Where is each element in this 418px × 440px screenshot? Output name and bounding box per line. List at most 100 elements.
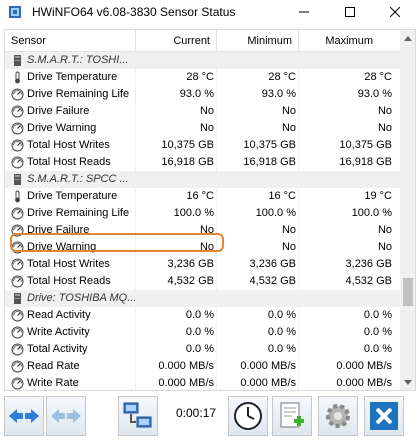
- gauge-icon: [11, 88, 24, 101]
- sensor-name: Drive Failure: [27, 105, 90, 117]
- gauge-icon: [11, 326, 24, 339]
- table-row[interactable]: Drive Failure No No No: [5, 103, 400, 120]
- current-value: [134, 290, 214, 307]
- maximum-value: 0.0 %: [363, 343, 392, 355]
- current-value: 4,532 GB: [167, 275, 214, 287]
- maximize-button[interactable]: [327, 0, 373, 24]
- maximum-value: 28 °C: [364, 71, 392, 83]
- sensor-group-row[interactable]: S.M.A.R.T.: TOSHI...: [5, 52, 400, 69]
- close-sensors-button[interactable]: [364, 396, 404, 436]
- table-row[interactable]: Drive Warning No No No: [5, 239, 400, 256]
- table-row[interactable]: Total Host Reads 4,532 GB 4,532 GB 4,532 GB: [5, 273, 400, 290]
- maximum-value: No: [377, 224, 392, 236]
- column-divider[interactable]: [216, 30, 217, 52]
- column-header-minimum[interactable]: Minimum: [242, 30, 292, 52]
- close-icon: [390, 7, 400, 17]
- add-report-icon: [280, 402, 304, 428]
- layout-nav-disabled-button[interactable]: [46, 396, 86, 436]
- vertical-scrollbar[interactable]: [400, 30, 415, 390]
- table-row[interactable]: Drive Temperature 16 °C 16 °C 19 °C: [5, 188, 400, 205]
- table-row[interactable]: Write Activity 0.0 % 0.0 % 0.0 %: [5, 324, 400, 341]
- scroll-up-button[interactable]: [400, 30, 415, 46]
- scroll-down-button[interactable]: [400, 374, 415, 390]
- maximum-value: No: [377, 105, 392, 117]
- minimum-value: 0.000 MB/s: [240, 377, 296, 389]
- close-button[interactable]: [372, 0, 418, 24]
- reset-timer-button[interactable]: [228, 396, 268, 436]
- sensor-name: Write Activity: [27, 326, 90, 338]
- drive-group-icon: [14, 293, 21, 304]
- layout-nav-button[interactable]: [4, 396, 44, 436]
- minimum-value: 0.0 %: [267, 309, 296, 321]
- sensor-name: Drive Temperature: [27, 190, 118, 202]
- table-row[interactable]: Drive Remaining Life 100.0 % 100.0 % 100.0 …: [5, 205, 400, 222]
- table-row[interactable]: Total Activity 0.0 % 0.0 % 0.0 %: [5, 341, 400, 358]
- scroll-down-icon: [404, 379, 412, 385]
- minimum-value: No: [281, 122, 296, 134]
- sensor-name: Total Host Reads: [27, 156, 111, 168]
- current-value: 16 °C: [186, 190, 214, 202]
- sensor-name: Write Rate: [27, 377, 79, 389]
- logging-button[interactable]: [272, 396, 312, 436]
- maximum-value: [312, 171, 392, 188]
- clock-icon: [234, 402, 262, 430]
- maximum-value: 4,532 GB: [345, 275, 392, 287]
- gauge-icon: [11, 275, 24, 288]
- column-header-current[interactable]: Current: [165, 30, 210, 52]
- minimum-value: 0.0 %: [267, 343, 296, 355]
- table-row[interactable]: Drive Remaining Life 93.0 % 93.0 % 93.0 %: [5, 86, 400, 103]
- settings-gear-icon: [326, 404, 350, 428]
- maximum-value: 0.0 %: [363, 309, 392, 321]
- table-row[interactable]: Drive Warning No No No: [5, 120, 400, 137]
- minimum-value: No: [281, 224, 296, 236]
- gauge-icon: [11, 105, 24, 118]
- sensor-name: Drive Temperature: [27, 71, 118, 83]
- thermometer-icon: [15, 190, 20, 203]
- gauge-icon: [11, 241, 24, 254]
- minimum-value: [216, 171, 296, 188]
- settings-button[interactable]: [318, 396, 358, 436]
- bottom-toolbar: 0:00:17: [0, 392, 418, 440]
- current-value: 0.000 MB/s: [158, 360, 214, 372]
- minimum-value: [216, 290, 296, 307]
- column-header-maximum[interactable]: Maximum: [321, 30, 373, 52]
- maximum-value: [312, 52, 392, 69]
- sensor-table: Sensor Current Minimum Maximum S.M.A.R.T…: [4, 29, 416, 391]
- current-value: No: [199, 224, 214, 236]
- gauge-icon: [11, 360, 24, 373]
- column-divider[interactable]: [135, 30, 136, 52]
- sensor-name: S.M.A.R.T.: TOSHI...: [27, 54, 129, 66]
- sensor-name: Drive Remaining Life: [27, 207, 130, 219]
- table-row[interactable]: Drive Temperature 28 °C 28 °C 28 °C: [5, 69, 400, 86]
- gauge-icon: [11, 258, 24, 271]
- column-divider[interactable]: [298, 30, 299, 52]
- sensor-name: Total Host Writes: [27, 139, 110, 151]
- sensor-name: Drive Failure: [27, 224, 90, 236]
- sensor-name: Total Host Reads: [27, 275, 111, 287]
- scrollbar-thumb[interactable]: [403, 278, 413, 306]
- table-row[interactable]: Total Host Reads 16,918 GB 16,918 GB 16,918…: [5, 154, 400, 171]
- table-row[interactable]: Read Activity 0.0 % 0.0 % 0.0 %: [5, 307, 400, 324]
- sensor-group-row[interactable]: Drive: TOSHIBA MQ...: [5, 290, 400, 307]
- current-value: No: [199, 122, 214, 134]
- arrows-disabled-icon: [51, 409, 81, 423]
- current-value: [134, 52, 214, 69]
- minimum-value: 10,375 GB: [243, 139, 296, 151]
- network-button[interactable]: [118, 396, 158, 436]
- minimum-value: 3,236 GB: [249, 258, 296, 270]
- table-row[interactable]: Drive Failure No No No: [5, 222, 400, 239]
- table-row[interactable]: Total Host Writes 3,236 GB 3,236 GB 3,236 G…: [5, 256, 400, 273]
- table-row[interactable]: Read Rate 0.000 MB/s 0.000 MB/s 0.000 MB/s: [5, 358, 400, 375]
- minimize-button[interactable]: [281, 0, 327, 24]
- maximum-value: 0.000 MB/s: [336, 377, 392, 389]
- sensor-group-row[interactable]: S.M.A.R.T.: SPCC ...: [5, 171, 400, 188]
- current-value: 0.0 %: [185, 343, 214, 355]
- table-row[interactable]: Total Host Writes 10,375 GB 10,375 GB 10,37…: [5, 137, 400, 154]
- column-header-sensor[interactable]: Sensor: [11, 30, 46, 52]
- current-value: 16,918 GB: [161, 156, 214, 168]
- table-row[interactable]: Write Rate 0.000 MB/s 0.000 MB/s 0.000 MB/s: [5, 375, 400, 390]
- sensor-name: Drive: TOSHIBA MQ...: [27, 292, 137, 304]
- minimum-value: 16,918 GB: [243, 156, 296, 168]
- sensor-rows: S.M.A.R.T.: TOSHI... Drive Temperature 28 …: [5, 52, 400, 390]
- sensor-name: S.M.A.R.T.: SPCC ...: [27, 173, 129, 185]
